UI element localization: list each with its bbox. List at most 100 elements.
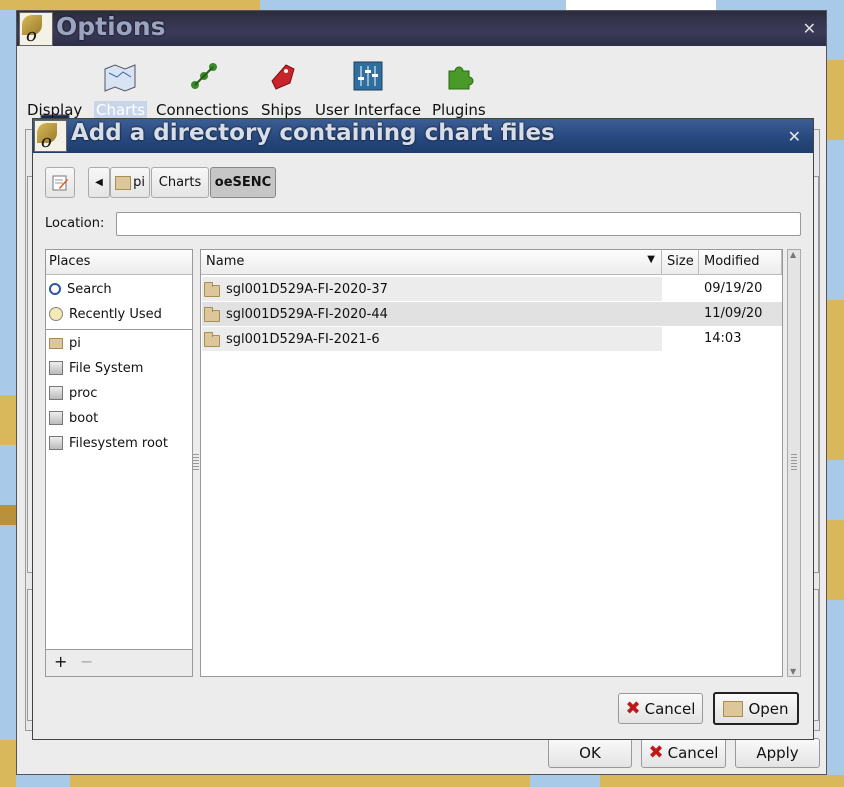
files-scrollbar[interactable]: ▲ ▼ [787,249,801,677]
place-file-system[interactable]: File System [49,357,143,379]
options-title: Options [56,12,166,41]
open-button-label: Open [748,699,789,718]
user-interface-icon[interactable] [353,61,383,91]
map-land [0,0,16,787]
scroll-up-icon[interactable]: ▲ [790,250,796,259]
edit-location-button[interactable] [45,167,75,198]
toolbar-user-interface-label[interactable]: User Interface [315,101,421,119]
folder-icon [204,282,220,297]
add-place-button[interactable]: + [54,652,67,671]
file-name-cell: sgl001D529A-FI-2020-44 [202,302,662,326]
close-icon[interactable]: ✕ [803,19,816,38]
place-recently-used[interactable]: Recently Used [49,303,162,325]
file-modified: 11/09/20 [704,306,763,321]
place-recently-used-label: Recently Used [69,306,162,322]
file-name: sgl001D529A-FI-2020-44 [226,306,388,322]
place-home[interactable]: pi [49,332,81,354]
toolbar-plugins-label[interactable]: Plugins [432,101,486,119]
place-search[interactable]: Search [49,278,112,300]
places-toolbar: + − [45,650,193,677]
home-folder-icon [49,337,63,349]
open-folder-icon [723,700,744,717]
file-modified: 14:03 [704,331,742,346]
path-back-button[interactable]: ◀ [88,167,110,198]
plugins-icon[interactable] [445,61,475,91]
place-proc[interactable]: proc [49,382,97,404]
places-header-label: Places [49,254,91,269]
location-input[interactable] [116,212,801,236]
sort-down-icon: ▼ [647,254,655,265]
places-header[interactable]: Places [46,250,192,275]
column-modified-label: Modified [704,254,760,269]
file-row[interactable]: sgl001D529A-FI-2021-6 14:03 [202,327,782,351]
file-row[interactable]: sgl001D529A-FI-2020-37 09/19/20 [202,277,782,301]
app-logo-icon: o [19,12,53,46]
path-item-oesenc[interactable]: oeSENC [210,167,276,198]
path-item-pi-label: pi [133,175,145,190]
search-icon [49,283,61,295]
remove-place-button[interactable]: − [80,652,93,671]
open-button[interactable]: Open [713,692,799,725]
toolbar-charts-label[interactable]: Charts [94,101,148,119]
place-search-label: Search [67,281,112,297]
file-name: sgl001D529A-FI-2020-37 [226,281,388,297]
toolbar-display-label[interactable]: Display [27,101,82,119]
cancel-icon: ✖ [648,742,664,763]
ok-button-label: OK [579,744,601,762]
map-land [827,60,844,140]
recent-icon [49,307,63,321]
chevron-left-icon: ◀ [95,177,103,188]
map-land [0,505,16,525]
place-proc-label: proc [69,385,98,401]
map-land [70,775,530,787]
edit-icon [52,175,68,190]
connections-icon[interactable] [189,61,219,91]
home-folder-icon [115,175,132,190]
map-land [0,395,16,445]
drive-icon [49,411,63,425]
pane-grip[interactable] [193,454,199,472]
add-directory-dialog: o Add a directory containing chart files… [32,118,814,740]
charts-icon[interactable] [103,63,137,93]
scroll-down-icon[interactable]: ▼ [790,667,796,676]
column-size-label: Size [667,254,694,269]
app-logo-icon: o [34,120,67,152]
place-home-label: pi [69,335,81,351]
path-item-charts-label: Charts [158,175,202,190]
path-item-charts[interactable]: Charts [151,167,209,198]
place-filesystem-root-label: Filesystem root [69,435,168,451]
options-cancel-button[interactable]: ✖ Cancel [641,738,726,768]
file-row[interactable]: sgl001D529A-FI-2020-44 11/09/20 [202,302,782,326]
dialog-titlebar[interactable]: o Add a directory containing chart files… [33,119,813,153]
ok-button[interactable]: OK [548,738,632,768]
options-titlebar[interactable]: o Options ✕ [17,11,826,46]
place-boot[interactable]: boot [49,407,98,429]
file-name-cell: sgl001D529A-FI-2020-37 [202,277,662,301]
places-separator [46,329,192,330]
map-land [0,0,260,10]
dialog-cancel-button[interactable]: ✖ Cancel [618,693,703,724]
files-header: Name ▼ Size Modified [201,250,782,275]
file-name-cell: sgl001D529A-FI-2021-6 [202,327,662,351]
ships-icon[interactable] [268,61,298,93]
column-modified[interactable]: Modified [699,250,782,274]
cancel-icon: ✖ [625,697,641,719]
map-white-patch [566,0,716,10]
column-name[interactable]: Name ▼ [201,250,662,274]
apply-button-label: Apply [756,744,799,762]
map-land [827,300,844,460]
close-icon[interactable]: ✕ [788,127,801,146]
location-label: Location: [45,216,105,231]
path-item-oesenc-label: oeSENC [214,175,272,190]
toolbar-connections-label[interactable]: Connections [156,101,249,119]
folder-icon [204,332,220,347]
toolbar-ships-label[interactable]: Ships [261,101,302,119]
apply-button[interactable]: Apply [735,738,820,768]
options-cancel-label: Cancel [667,744,719,762]
place-boot-label: boot [69,410,99,426]
scroll-grip[interactable] [791,454,797,472]
column-name-label: Name [206,254,245,269]
place-filesystem-root[interactable]: Filesystem root [49,432,168,454]
column-size[interactable]: Size [662,250,699,274]
path-item-pi[interactable]: pi [110,167,150,198]
